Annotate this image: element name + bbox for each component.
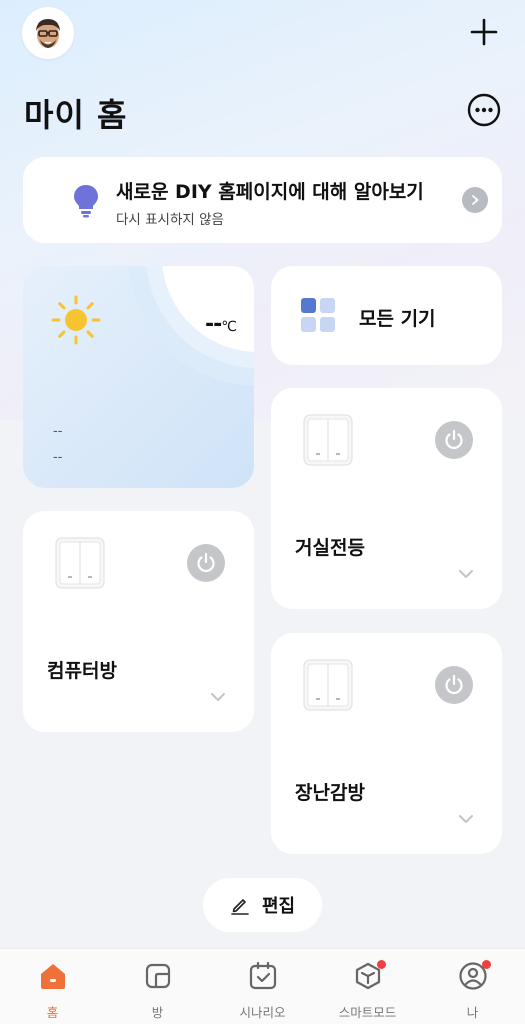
- page-title: 마이 홈: [24, 96, 128, 134]
- power-icon: [445, 674, 463, 695]
- wall-switch-icon: [303, 414, 353, 466]
- banner-title: 새로운 DIY 홈페이지에 대해 알아보기: [116, 181, 424, 203]
- weather-card[interactable]: --℃ -- --: [23, 266, 254, 488]
- all-devices-label: 모든 기기: [359, 308, 436, 330]
- banner-dismiss-link[interactable]: 다시 표시하지 않음: [116, 208, 224, 228]
- nav-label: 방: [151, 1005, 164, 1020]
- grid-icon: [301, 298, 335, 332]
- wall-switch-icon: [303, 659, 353, 711]
- weather-info-line-2: --: [53, 450, 63, 465]
- diy-homepage-banner[interactable]: 새로운 DIY 홈페이지에 대해 알아보기 다시 표시하지 않음: [23, 157, 502, 243]
- home-icon: [41, 964, 65, 989]
- device-name: 컴퓨터방: [47, 660, 117, 682]
- bottom-nav: 홈 방 시나리오 스마트모드 나: [0, 948, 525, 1024]
- sun-icon: [51, 295, 101, 345]
- nav-label: 나: [466, 1005, 479, 1020]
- nav-label: 스마트모드: [338, 1005, 397, 1020]
- wall-switch-icon: [55, 537, 105, 589]
- temperature-value: --℃: [205, 312, 237, 337]
- nav-tab-home[interactable]: 홈: [0, 949, 105, 1024]
- chevron-down-icon[interactable]: [457, 813, 475, 825]
- more-options-button[interactable]: [466, 92, 502, 128]
- lightbulb-icon: [74, 185, 98, 218]
- chevron-down-icon[interactable]: [457, 568, 475, 580]
- device-card-toy-room[interactable]: 장난감방: [271, 633, 502, 854]
- avatar[interactable]: [22, 7, 74, 59]
- add-button[interactable]: [466, 14, 502, 50]
- nav-tab-smart-mode[interactable]: 스마트모드: [315, 949, 420, 1024]
- notification-badge: [482, 960, 491, 969]
- edit-button[interactable]: 편집: [203, 878, 322, 932]
- nav-tab-room[interactable]: 방: [105, 949, 210, 1024]
- device-name: 거실전등: [295, 537, 365, 559]
- scenario-icon: [249, 961, 277, 990]
- avatar-face-icon: [36, 19, 60, 48]
- nav-tab-scenario[interactable]: 시나리오: [210, 949, 315, 1024]
- device-card-living-light[interactable]: 거실전등: [271, 388, 502, 609]
- nav-label: 시나리오: [239, 1005, 286, 1020]
- chevron-down-icon[interactable]: [209, 691, 227, 703]
- banner-open-button[interactable]: [462, 187, 488, 213]
- chevron-right-icon: [472, 195, 479, 205]
- power-toggle-button[interactable]: [435, 666, 473, 704]
- device-card-computer-room[interactable]: 컴퓨터방: [23, 511, 254, 732]
- nav-label: 홈: [46, 1005, 59, 1020]
- power-icon: [445, 429, 463, 450]
- more-dots-icon: [467, 93, 501, 127]
- temperature-unit: ℃: [221, 319, 237, 335]
- device-name: 장난감방: [295, 782, 365, 804]
- power-toggle-button[interactable]: [187, 544, 225, 582]
- plus-icon: [470, 18, 498, 46]
- nav-tab-me[interactable]: 나: [420, 949, 525, 1024]
- power-icon: [197, 552, 215, 573]
- temperature-number: --: [205, 312, 222, 337]
- power-toggle-button[interactable]: [435, 421, 473, 459]
- all-devices-card[interactable]: 모든 기기: [271, 266, 502, 365]
- edit-label: 편집: [261, 896, 296, 917]
- weather-info-line-1: --: [53, 424, 63, 439]
- room-icon: [145, 963, 171, 989]
- pencil-icon: [231, 899, 249, 915]
- notification-badge: [377, 960, 386, 969]
